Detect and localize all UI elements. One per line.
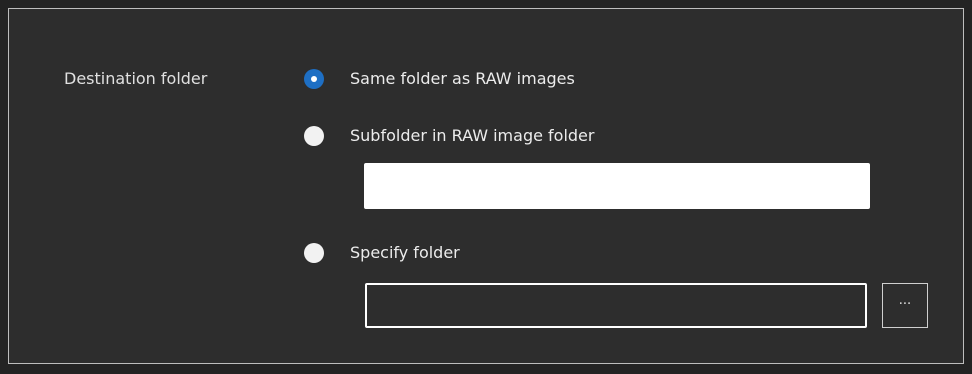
specify-folder-path-input[interactable]	[365, 283, 867, 328]
destination-folder-label: Destination folder	[64, 69, 208, 88]
radio-label-specify-folder[interactable]: Specify folder	[350, 242, 460, 264]
radio-label-same-folder[interactable]: Same folder as RAW images	[350, 68, 575, 90]
radio-option-specify-folder[interactable]: Specify folder	[304, 241, 460, 265]
destination-folder-panel: Destination folder Same folder as RAW im…	[8, 8, 964, 364]
radio-unselected-icon[interactable]	[304, 243, 324, 263]
radio-option-subfolder[interactable]: Subfolder in RAW image folder	[304, 124, 594, 148]
browse-folder-button[interactable]: ...	[882, 283, 928, 328]
radio-option-same-folder[interactable]: Same folder as RAW images	[304, 67, 575, 91]
radio-selected-icon[interactable]	[304, 69, 324, 89]
subfolder-name-input[interactable]	[364, 163, 870, 209]
radio-label-subfolder[interactable]: Subfolder in RAW image folder	[350, 125, 594, 147]
radio-dot-icon	[311, 76, 317, 82]
radio-unselected-icon[interactable]	[304, 126, 324, 146]
